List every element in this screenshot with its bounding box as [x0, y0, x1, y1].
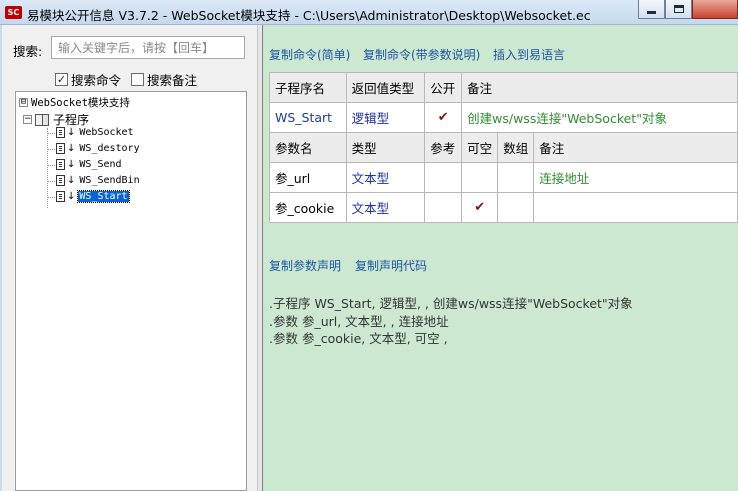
- public-check-icon[interactable]: ✔: [424, 102, 463, 133]
- declaration-line: .子程序 WS_Start, 逻辑型, , 创建ws/wss连接"WebSock…: [269, 296, 633, 311]
- tree-item-websocket[interactable]: ↓ WebSocket: [56, 127, 135, 138]
- column-header: 返回值类型: [345, 72, 426, 103]
- tree-item-label[interactable]: WS_destory: [78, 143, 140, 154]
- search-notes-label: 搜索备注: [147, 73, 198, 88]
- tree-root-label[interactable]: WebSocket模块支持: [31, 95, 130, 110]
- subroutine-table: 子程序名 返回值类型 公开 备注 WS_Start 逻辑型 ✔ 创建ws/wss…: [269, 72, 738, 223]
- tree-connector: [48, 133, 55, 134]
- declaration-line: .参数 参_cookie, 文本型, 可空 ,: [269, 331, 448, 346]
- column-header: 参数名: [269, 132, 347, 163]
- column-header: 备注: [533, 132, 738, 163]
- copy-command-simple-link[interactable]: 复制命令(简单): [269, 46, 350, 63]
- tree-item-ws-send[interactable]: ↓ WS_Send: [56, 159, 123, 170]
- tree-node-subroutines[interactable]: − 子程序: [23, 111, 89, 128]
- declaration-code: .子程序 WS_Start, 逻辑型, , 创建ws/wss连接"WebSock…: [269, 295, 633, 348]
- search-commands-checkbox[interactable]: ✓ 搜索命令: [55, 70, 121, 89]
- window-controls: [638, 0, 738, 19]
- param-type-cell[interactable]: 文本型: [345, 162, 426, 193]
- tree-connector: [48, 197, 55, 198]
- tree-item-label[interactable]: WS_Send: [78, 159, 122, 170]
- copy-param-declaration-link[interactable]: 复制参数声明: [269, 257, 341, 274]
- param-note-cell[interactable]: 连接地址: [533, 162, 738, 193]
- column-header: 子程序名: [269, 72, 347, 103]
- param-type-cell[interactable]: 文本型: [345, 192, 426, 223]
- return-type-cell[interactable]: 逻辑型: [345, 102, 426, 133]
- copy-declaration-code-link[interactable]: 复制声明代码: [355, 257, 427, 274]
- search-input[interactable]: [51, 36, 245, 59]
- function-icon: [56, 159, 65, 170]
- tree-item-label-selected[interactable]: WS_Start: [77, 190, 130, 203]
- column-header: 可空: [461, 132, 499, 163]
- declaration-line: .参数 参_url, 文本型, , 连接地址: [269, 313, 449, 329]
- tree-item-ws-start[interactable]: ↓ WS_Start: [56, 190, 130, 203]
- insert-to-eyuyan-link[interactable]: 插入到易语言: [493, 46, 565, 63]
- table-header-row: 参数名 类型 参考 可空 数组 备注: [269, 132, 738, 163]
- search-notes-checkbox[interactable]: 搜索备注: [131, 70, 197, 89]
- detail-panel: 复制命令(简单) 复制命令(带参数说明) 插入到易语言 子程序名 返回值类型 公…: [263, 25, 738, 491]
- nullable-check-icon[interactable]: ✔: [461, 192, 499, 223]
- tree-root-node[interactable]: ⊟ WebSocket模块支持: [19, 95, 130, 110]
- collapse-icon[interactable]: ⊟: [19, 98, 28, 107]
- search-commands-label: 搜索命令: [71, 73, 122, 88]
- book-icon: [35, 113, 49, 126]
- tree-connector: [48, 165, 55, 166]
- tree-item-ws-sendbin[interactable]: ↓ WS_SendBin: [56, 175, 141, 186]
- tree-item-ws-destory[interactable]: ↓ WS_destory: [56, 143, 141, 154]
- table-row: WS_Start 逻辑型 ✔ 创建ws/wss连接"WebSocket"对象: [269, 102, 738, 133]
- tree-connector: [47, 128, 48, 208]
- tree-node-label[interactable]: 子程序: [53, 111, 89, 128]
- close-button[interactable]: [692, 0, 738, 19]
- search-label: 搜索:: [13, 44, 43, 59]
- arrow-down-icon: ↓: [67, 159, 76, 170]
- tree-item-label[interactable]: WS_SendBin: [78, 175, 140, 186]
- table-row: 参_cookie 文本型 ✔: [269, 192, 738, 223]
- title-bar: SC 易模块公开信息 V3.7.2 - WebSocket模块支持 - C:\U…: [0, 0, 738, 25]
- column-header: 参考: [424, 132, 463, 163]
- column-header: 数组: [497, 132, 535, 163]
- tree-connector: [48, 181, 55, 182]
- window-title: 易模块公开信息 V3.7.2 - WebSocket模块支持 - C:\User…: [27, 8, 591, 23]
- arrow-down-icon: ↓: [67, 127, 76, 138]
- column-header: 公开: [424, 72, 463, 103]
- minimize-button[interactable]: [638, 0, 665, 19]
- table-header-row: 子程序名 返回值类型 公开 备注: [269, 72, 738, 103]
- param-note-cell[interactable]: [533, 192, 738, 223]
- column-header: 类型: [345, 132, 426, 163]
- app-icon[interactable]: SC: [5, 6, 22, 19]
- param-ref-cell[interactable]: [424, 192, 463, 223]
- table-row: 参_url 文本型 连接地址: [269, 162, 738, 193]
- param-ref-cell[interactable]: [424, 162, 463, 193]
- param-name-cell[interactable]: 参_url: [269, 162, 347, 193]
- function-icon: [56, 191, 65, 202]
- subroutine-name-cell[interactable]: WS_Start: [269, 102, 347, 133]
- arrow-down-icon: ↓: [67, 175, 76, 186]
- module-tree[interactable]: ⊟ WebSocket模块支持 − 子程序 ↓ WebSocket ↓ WS_d…: [15, 91, 247, 491]
- checkbox-checked-icon[interactable]: ✓: [55, 73, 68, 86]
- tree-item-label[interactable]: WebSocket: [78, 127, 134, 138]
- param-nullable-cell[interactable]: [461, 162, 499, 193]
- param-name-cell[interactable]: 参_cookie: [269, 192, 347, 223]
- arrow-down-icon: ↓: [67, 143, 76, 154]
- column-header: 备注: [461, 72, 738, 103]
- function-icon: [56, 143, 65, 154]
- tree-connector: [48, 149, 55, 150]
- left-panel: 搜索: ✓ 搜索命令 搜索备注 ⊟ WebSocket模块支持 − 子程序 ↓ …: [0, 25, 257, 491]
- maximize-icon: [673, 5, 684, 13]
- note-cell[interactable]: 创建ws/wss连接"WebSocket"对象: [461, 102, 738, 133]
- collapse-icon[interactable]: −: [23, 115, 32, 124]
- maximize-button[interactable]: [665, 0, 692, 19]
- minimize-icon: [647, 10, 656, 14]
- copy-command-with-params-link[interactable]: 复制命令(带参数说明): [363, 46, 480, 63]
- arrow-down-icon: ↓: [67, 191, 76, 202]
- function-icon: [56, 175, 65, 186]
- param-array-cell[interactable]: [497, 192, 535, 223]
- function-icon: [56, 127, 65, 138]
- checkbox-unchecked-icon[interactable]: [131, 73, 144, 86]
- param-array-cell[interactable]: [497, 162, 535, 193]
